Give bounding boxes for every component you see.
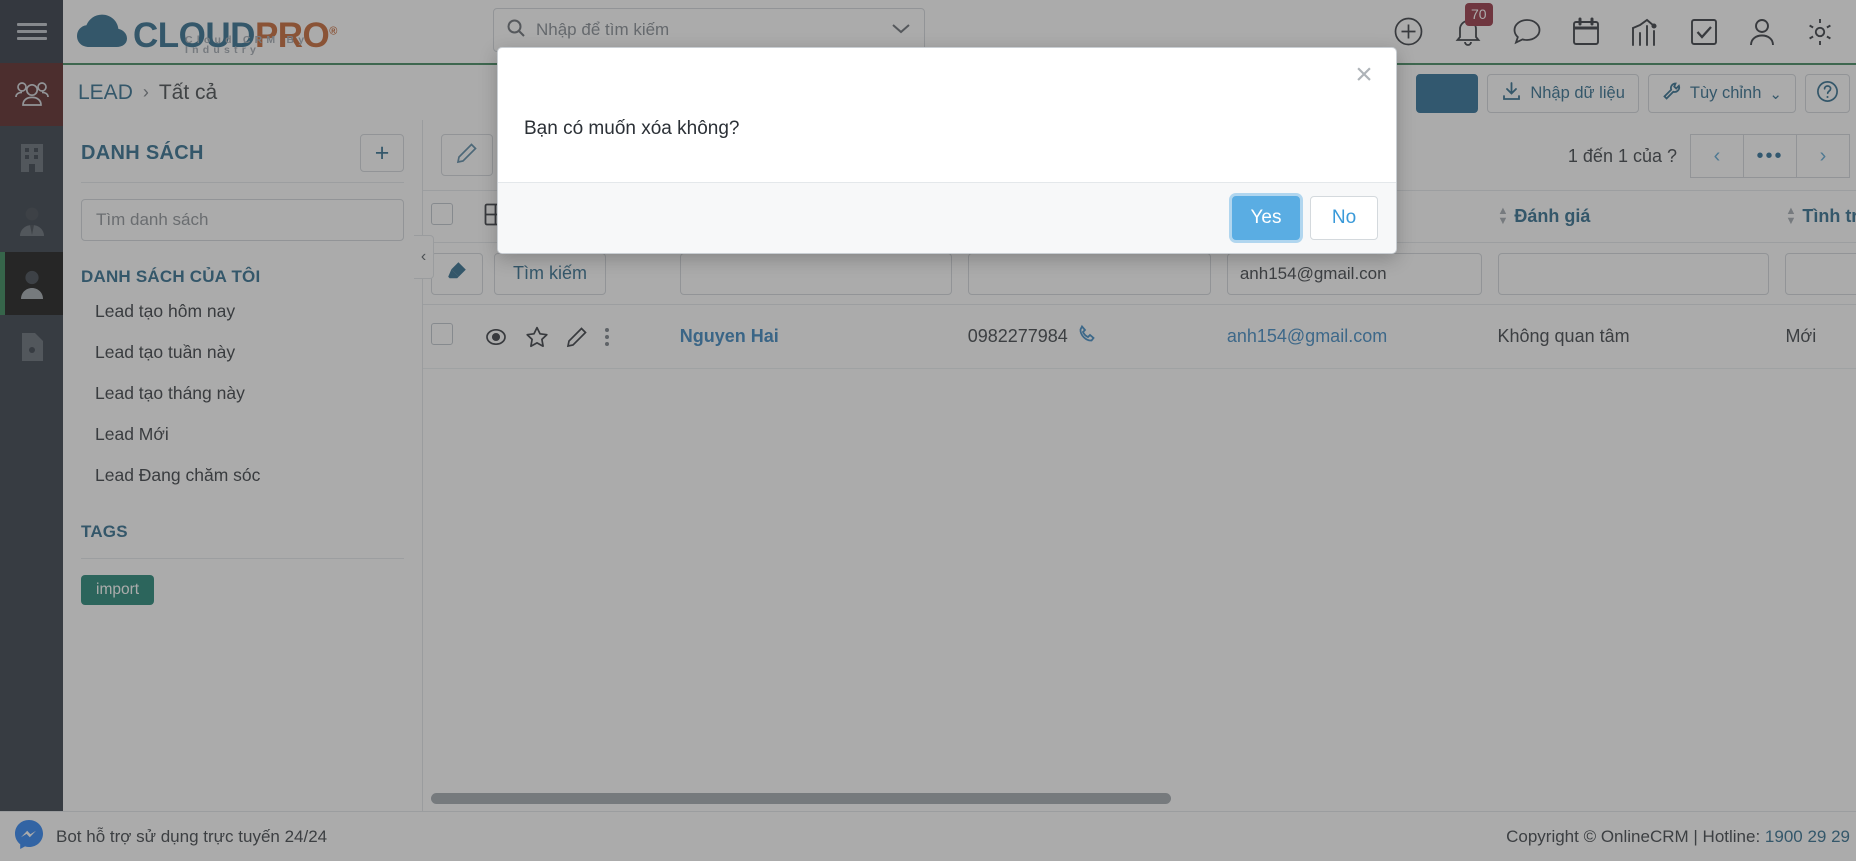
dialog-footer: Yes No [498, 182, 1396, 253]
dialog-message: Bạn có muốn xóa không? [524, 118, 740, 139]
confirm-delete-dialog: × Bạn có muốn xóa không? Yes No [497, 47, 1397, 254]
confirm-yes-button[interactable]: Yes [1232, 196, 1300, 240]
confirm-no-button[interactable]: No [1310, 196, 1378, 240]
dialog-header: × [498, 48, 1396, 108]
close-icon[interactable]: × [1349, 60, 1379, 92]
